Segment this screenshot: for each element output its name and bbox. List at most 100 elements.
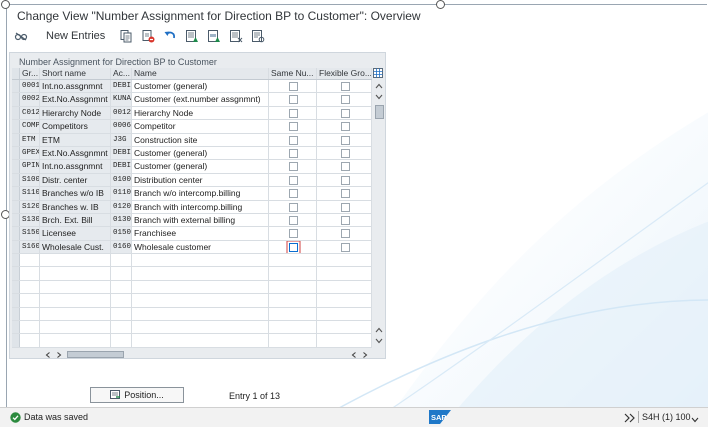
row-selector[interactable] (12, 280, 20, 294)
table-row[interactable]: S120 Branches w. IB 0120 Branch with interc… (12, 200, 372, 214)
row-selector[interactable] (12, 173, 20, 187)
scroll-down-icon[interactable] (374, 336, 384, 348)
delete-icon[interactable] (141, 29, 155, 43)
empty-table-row[interactable] (12, 307, 372, 322)
same-number-checkbox[interactable] (289, 189, 298, 199)
row-selector[interactable] (12, 80, 20, 93)
resize-handle-top-center[interactable] (436, 0, 445, 9)
select-block-icon[interactable] (207, 29, 221, 43)
deselect-all-icon[interactable] (229, 29, 243, 43)
glasses-toggle-icon[interactable] (14, 29, 28, 43)
row-selector[interactable] (12, 133, 20, 146)
row-selector[interactable] (12, 160, 20, 173)
empty-table-row[interactable] (12, 254, 372, 268)
same-number-checkbox[interactable] (289, 229, 298, 239)
same-number-checkbox[interactable] (289, 162, 298, 172)
new-entries-button[interactable]: New Entries (46, 30, 105, 42)
same-number-checkbox[interactable] (289, 175, 298, 185)
column-header-flexible-grouping[interactable]: Flexible Gro... (317, 68, 372, 79)
empty-table-row[interactable] (12, 334, 372, 348)
flexible-grouping-checkbox[interactable] (340, 202, 350, 212)
table-row[interactable]: COMP Competitors 0006 Competitor (12, 120, 372, 134)
empty-table-row[interactable] (12, 321, 372, 335)
horizontal-scrollbar-left[interactable] (44, 350, 134, 358)
select-all-icon[interactable] (185, 29, 199, 43)
table-row[interactable]: 0001 Int.no.assgnmnt DEBI Customer (general… (12, 80, 372, 94)
scroll-left-icon[interactable] (44, 350, 52, 362)
row-selector[interactable] (12, 240, 20, 254)
flexible-grouping-checkbox[interactable] (340, 229, 350, 239)
row-selector[interactable] (12, 106, 20, 120)
row-selector[interactable] (12, 294, 20, 307)
same-number-checkbox[interactable] (289, 148, 298, 158)
chevron-down-icon[interactable] (691, 414, 699, 423)
undo-icon[interactable] (163, 29, 177, 43)
empty-table-row[interactable] (12, 267, 372, 281)
row-selector[interactable] (12, 200, 20, 213)
same-number-checkbox[interactable] (289, 108, 298, 118)
empty-table-row[interactable] (12, 280, 372, 295)
scroll-down-small-icon[interactable] (374, 92, 384, 104)
flexible-grouping-checkbox[interactable] (340, 122, 350, 132)
scroll-left-right-pane-icon[interactable] (350, 350, 358, 362)
table-row[interactable]: GPIN Int.no.assgnmnt DEBI Customer (general… (12, 160, 372, 174)
column-header-short-name[interactable]: Short name (40, 68, 111, 79)
flexible-grouping-checkbox[interactable] (340, 162, 350, 172)
flexible-grouping-checkbox[interactable] (340, 135, 350, 145)
vertical-scrollbar[interactable] (374, 81, 384, 344)
row-selector[interactable] (12, 213, 20, 227)
column-header-account-group[interactable]: Ac... (111, 68, 132, 79)
table-row[interactable]: S160 Wholesale Cust. 0160 Wholesale custome… (12, 240, 372, 255)
table-settings-icon[interactable] (373, 68, 383, 78)
row-selector[interactable] (12, 227, 20, 240)
row-selector[interactable] (12, 267, 20, 280)
select-all-column-header[interactable] (12, 68, 20, 79)
horizontal-scrollbar-right[interactable] (350, 350, 372, 358)
table-row[interactable]: S100 Distr. center 0100 Distribution center (12, 173, 372, 188)
flexible-grouping-checkbox[interactable] (340, 215, 350, 225)
copy-icon[interactable] (119, 29, 133, 43)
row-selector[interactable] (12, 146, 20, 160)
table-row[interactable]: S110 Branches w/o IB 0110 Branch w/o interc… (12, 187, 372, 201)
same-number-checkbox[interactable] (289, 202, 298, 212)
empty-table-row[interactable] (12, 294, 372, 308)
row-selector[interactable] (12, 334, 20, 347)
row-selector[interactable] (12, 120, 20, 133)
table-row[interactable]: S150 Licensee 0150 Franchisee (12, 227, 372, 241)
column-header-grouping[interactable]: Gr... (20, 68, 40, 79)
row-selector[interactable] (12, 187, 20, 200)
row-selector[interactable] (12, 254, 20, 267)
row-selector[interactable] (12, 93, 20, 106)
flexible-grouping-checkbox[interactable] (340, 82, 350, 91)
flexible-grouping-checkbox[interactable] (340, 95, 350, 105)
table-row[interactable]: 0002 Ext.No.Assgnmnt KUNA Customer (ext.num… (12, 93, 372, 107)
same-number-checkbox[interactable] (289, 135, 298, 145)
scroll-right-icon[interactable] (55, 350, 63, 362)
column-header-same-number[interactable]: Same Nu... (269, 68, 317, 79)
details-icon[interactable] (251, 29, 265, 43)
flexible-grouping-checkbox[interactable] (340, 242, 350, 252)
table-row[interactable]: GPEX Ext.No.Assgnmnt DEBI Customer (general… (12, 146, 372, 161)
same-number-checkbox[interactable] (289, 242, 298, 252)
same-number-checkbox[interactable] (289, 82, 298, 91)
same-number-checkbox[interactable] (289, 95, 298, 105)
flexible-grouping-checkbox[interactable] (340, 108, 350, 118)
flexible-grouping-checkbox[interactable] (340, 189, 350, 199)
row-selector[interactable] (12, 307, 20, 321)
column-header-name[interactable]: Name (132, 68, 269, 79)
horizontal-scroll-thumb[interactable] (67, 351, 124, 358)
same-number-checkbox[interactable] (289, 122, 298, 132)
flexible-grouping-checkbox[interactable] (340, 148, 350, 158)
resize-handle-top-left[interactable] (1, 0, 10, 9)
flexible-grouping-checkbox[interactable] (340, 175, 350, 185)
expand-status-icon[interactable] (624, 413, 636, 423)
vertical-scroll-thumb[interactable] (375, 105, 384, 119)
same-number-checkbox[interactable] (289, 215, 298, 225)
table-row[interactable]: ETM ETM J3G Construction site (12, 133, 372, 147)
scroll-right-right-pane-icon[interactable] (361, 350, 369, 362)
system-info[interactable]: S4H (1) 100 (642, 412, 691, 422)
table-row[interactable]: C012 Hierarchy Node 0012 Hierarchy Node (12, 106, 372, 121)
row-selector[interactable] (12, 321, 20, 334)
position-button[interactable]: Position... (90, 387, 184, 403)
table-row[interactable]: S130 Brch. Ext. Bill 0130 Branch with exter… (12, 213, 372, 228)
